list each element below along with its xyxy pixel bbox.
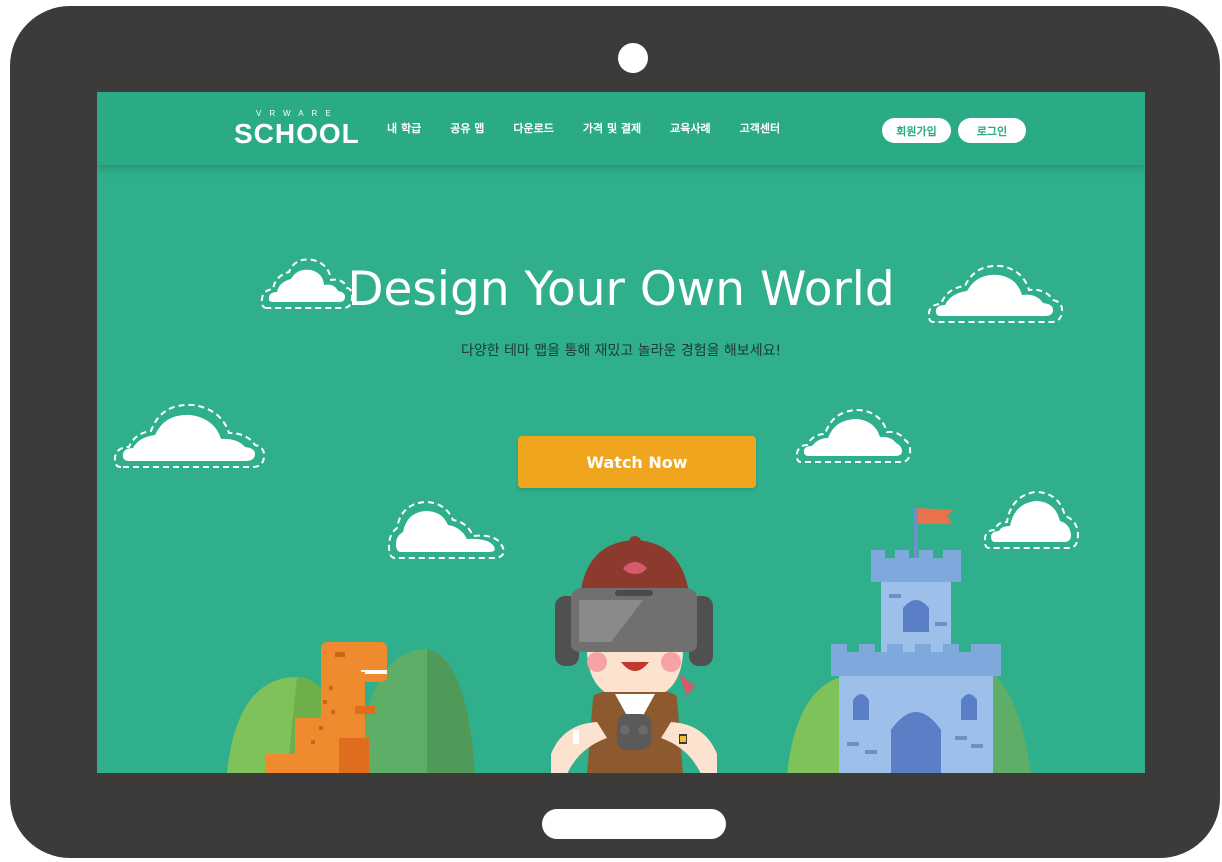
home-button[interactable] [542, 809, 726, 839]
castle-illustration [787, 508, 1031, 773]
dinosaur-illustration [265, 642, 387, 773]
logo-wordmark: SCHOOL [234, 118, 360, 149]
login-button[interactable]: 로그인 [958, 118, 1026, 143]
navbar: VRWARE SCHOOL 내 학급 공유 맵 다운로드 가격 및 결제 교육사… [97, 92, 1145, 165]
nav-item-education-cases[interactable]: 교육사례 [670, 120, 710, 136]
nav-item-pricing[interactable]: 가격 및 결제 [583, 120, 641, 136]
hero-title: Design Your Own World [347, 262, 895, 317]
cloud-icon [795, 408, 912, 463]
cloud-icon [387, 500, 505, 559]
nav-menu: 내 학급 공유 맵 다운로드 가격 및 결제 교육사례 고객센터 [387, 120, 809, 136]
nav-item-shared-maps[interactable]: 공유 맵 [450, 120, 484, 136]
camera-icon [618, 43, 648, 73]
watch-now-button[interactable]: Watch Now [518, 436, 756, 488]
cloud-icon [113, 403, 266, 468]
vr-kid-illustration [551, 536, 717, 773]
nav-item-download[interactable]: 다운로드 [513, 120, 553, 136]
logo[interactable]: VRWARE SCHOOL [234, 109, 359, 153]
screen: VRWARE SCHOOL 내 학급 공유 맵 다운로드 가격 및 결제 교육사… [97, 92, 1145, 773]
nav-item-support[interactable]: 고객센터 [740, 120, 780, 136]
nav-item-my-class[interactable]: 내 학급 [387, 120, 421, 136]
signup-button[interactable]: 회원가입 [882, 118, 951, 143]
logo-tagline: VRWARE [256, 109, 339, 118]
hero-subtitle: 다양한 테마 맵을 통해 재밌고 놀라운 경험을 해보세요! [460, 343, 782, 359]
